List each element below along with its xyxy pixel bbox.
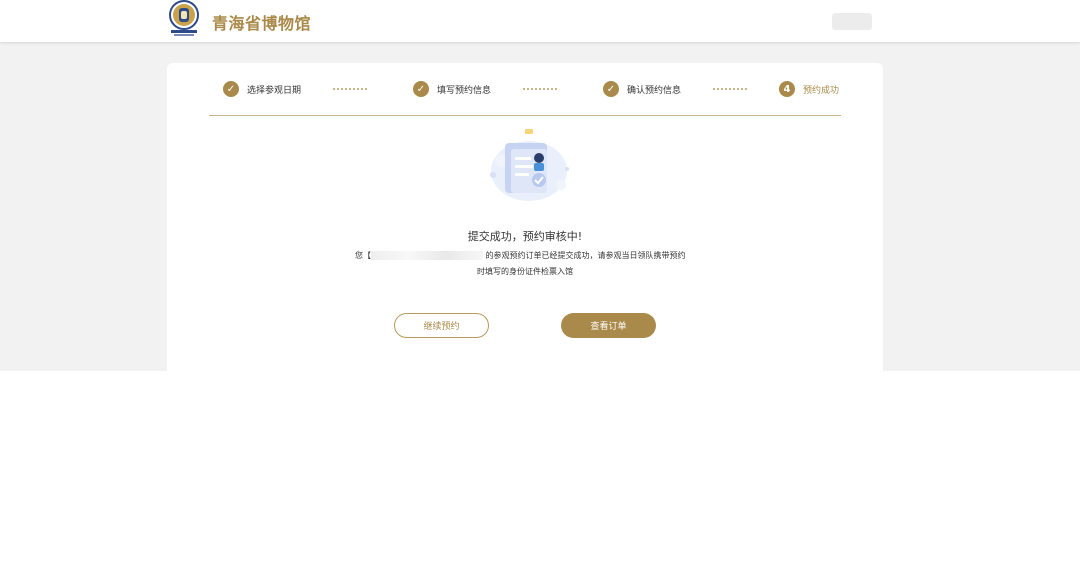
step-connector	[713, 88, 747, 90]
step-label: 确认预约信息	[627, 85, 682, 96]
result-card: ✓ 选择参观日期 ✓ 填写预约信息 ✓ 确认预约信息 4 预约成功 提交成功，预…	[167, 63, 883, 371]
check-icon: ✓	[413, 81, 429, 97]
result-message-line2: 时填写的身份证件检票入馆	[477, 267, 573, 276]
message-suffix: 的参观预约订单已经提交成功，请参观当日领队携带预约	[485, 251, 686, 260]
step-label: 选择参观日期	[247, 85, 302, 96]
museum-logo[interactable]	[166, 0, 202, 38]
site-title[interactable]: 青海省博物馆	[212, 10, 311, 34]
message-prefix: 您【	[355, 251, 371, 260]
step-label: 预约成功	[803, 85, 840, 96]
step-fill-info: ✓ 填写预约信息	[413, 80, 491, 98]
result-message-line1: 您【 的参观预约订单已经提交成功，请参观当日领队携带预约	[355, 250, 686, 261]
result-title: 提交成功，预约审核中!	[467, 230, 583, 243]
check-icon: ✓	[603, 81, 619, 97]
view-order-button[interactable]: 查看订单	[561, 313, 656, 338]
redacted-name	[371, 251, 483, 260]
continue-booking-button[interactable]: 继续预约	[394, 313, 489, 338]
step-confirm-info: ✓ 确认预约信息	[603, 80, 681, 98]
step-success: 4 预约成功	[779, 80, 839, 98]
step-connector	[333, 88, 367, 90]
top-header: 青海省博物馆	[0, 0, 1080, 42]
step-number: 4	[779, 81, 795, 97]
steps-divider	[209, 115, 841, 116]
step-connector	[523, 88, 557, 90]
step-label: 填写预约信息	[437, 85, 492, 96]
user-avatar[interactable]	[832, 13, 872, 30]
check-icon: ✓	[223, 81, 239, 97]
progress-steps: ✓ 选择参观日期 ✓ 填写预约信息 ✓ 确认预约信息 4 预约成功	[167, 63, 883, 113]
step-select-date: ✓ 选择参观日期	[223, 80, 301, 98]
clipboard-success-icon	[490, 129, 569, 201]
